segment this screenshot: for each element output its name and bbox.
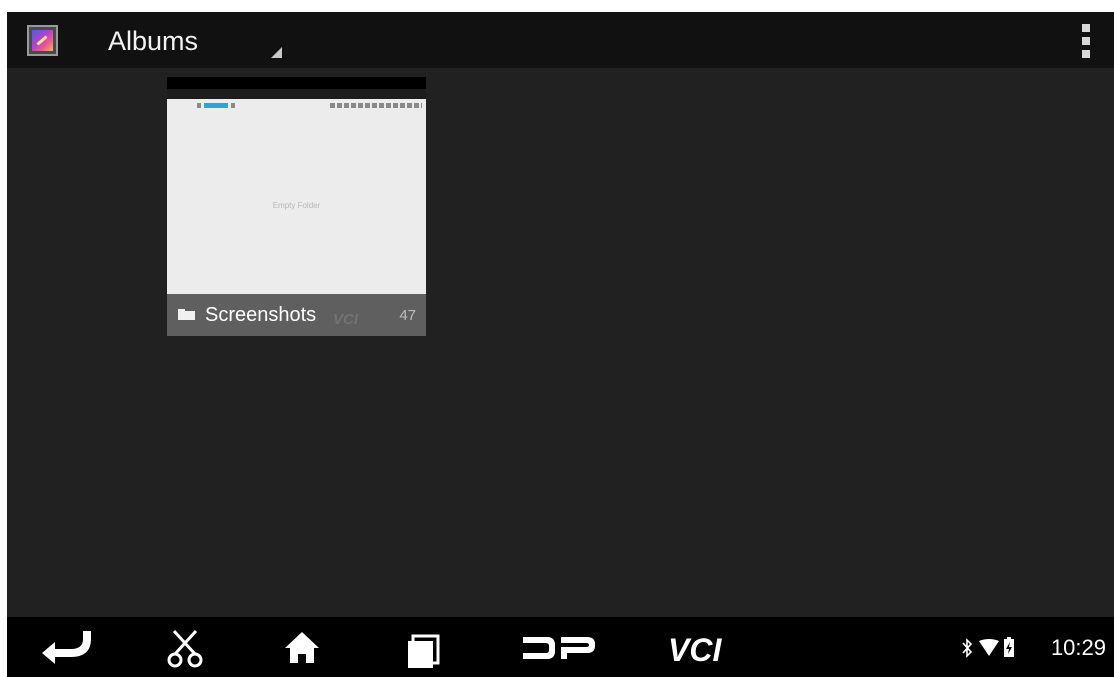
action-bar: Albums bbox=[7, 12, 1114, 68]
home-icon[interactable] bbox=[277, 617, 327, 677]
thumbnail-top-bar bbox=[167, 77, 426, 89]
recent-apps-icon[interactable] bbox=[400, 617, 450, 677]
status-area: 10:29 bbox=[944, 617, 1114, 677]
album-watermark: VCI bbox=[333, 311, 359, 328]
album-label-bar: Screenshots VCI 47 bbox=[167, 294, 426, 336]
vci-logo-icon[interactable]: VCI bbox=[662, 617, 752, 677]
album-tile-screenshots[interactable]: Empty Folder Screenshots VCI 47 bbox=[167, 77, 426, 336]
clock: 10:29 bbox=[1050, 635, 1106, 660]
back-icon[interactable] bbox=[37, 617, 97, 677]
svg-text:VCI: VCI bbox=[668, 632, 722, 668]
page-title: Albums bbox=[108, 26, 199, 56]
thumbnail-status-bar bbox=[167, 89, 426, 108]
wifi-icon bbox=[979, 639, 999, 656]
battery-charging-icon bbox=[1004, 637, 1014, 657]
spinner-arrow-icon bbox=[271, 47, 282, 58]
scissors-icon[interactable] bbox=[162, 617, 212, 677]
folder-icon bbox=[178, 309, 195, 320]
navigation-bar: VCI 10:29 bbox=[7, 617, 1114, 677]
overflow-menu-icon[interactable] bbox=[1071, 20, 1101, 62]
gallery-icon[interactable] bbox=[27, 25, 58, 56]
thumbnail-empty-folder-text: Empty Folder bbox=[272, 201, 321, 210]
gallery-screen: Albums Empty Folder Screenshots VCI 47 V… bbox=[7, 12, 1114, 677]
albums-view-spinner[interactable]: Albums bbox=[93, 12, 293, 68]
album-name: Screenshots bbox=[205, 304, 317, 326]
album-count: 47 bbox=[399, 307, 416, 324]
dp-logo-icon[interactable] bbox=[519, 617, 599, 677]
bluetooth-icon bbox=[962, 638, 973, 658]
